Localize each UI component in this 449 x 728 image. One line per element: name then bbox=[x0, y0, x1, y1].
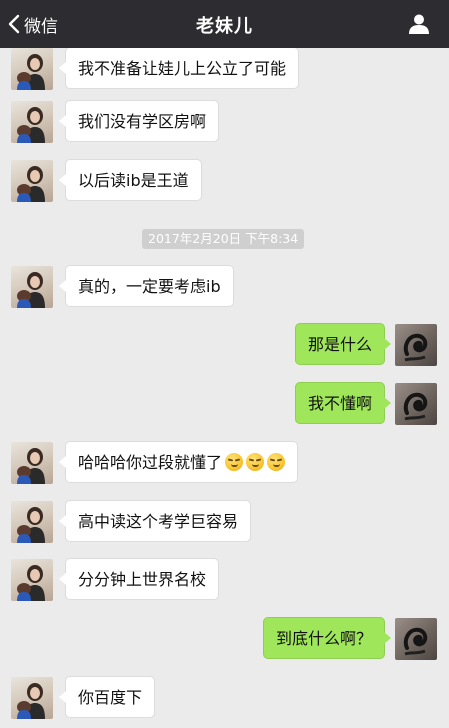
contact-avatar[interactable] bbox=[11, 266, 53, 308]
message-bubble[interactable]: 高中读这个考学巨容易 bbox=[58, 500, 252, 542]
smirk-emoji-icon bbox=[267, 453, 286, 471]
contact-avatar[interactable] bbox=[11, 101, 53, 143]
self-avatar[interactable] bbox=[395, 324, 437, 366]
message-bubble[interactable]: 我不准备让娃儿上公立了可能 bbox=[58, 48, 300, 89]
smirk-emoji-icon bbox=[246, 453, 265, 471]
contact-avatar[interactable] bbox=[11, 442, 53, 484]
smirk-emoji-icon bbox=[225, 453, 244, 471]
chat-header: 微信 老妹儿 bbox=[0, 0, 449, 48]
contact-avatar[interactable] bbox=[11, 160, 53, 202]
message-list[interactable]: 我不准备让娃儿上公立了可能 我们没有学区房啊 以后读ib是王道 2017年2月2… bbox=[0, 48, 449, 728]
message-bubble[interactable]: 分分钟上世界名校 bbox=[58, 558, 220, 600]
message-text: 哈哈哈你过段就懂了 bbox=[78, 453, 223, 472]
contact-avatar[interactable] bbox=[11, 559, 53, 601]
message-row: 哈哈哈你过段就懂了 bbox=[0, 441, 449, 485]
message-bubble[interactable]: 真的，一定要考虑ib bbox=[59, 265, 234, 307]
message-row: 真的，一定要考虑ib bbox=[0, 265, 449, 309]
message-bubble[interactable]: 我们没有学区房啊 bbox=[58, 100, 220, 142]
message-row: 高中读这个考学巨容易 bbox=[0, 500, 449, 544]
message-row: 分分钟上世界名校 bbox=[0, 558, 449, 602]
message-bubble[interactable]: 那是什么 bbox=[294, 323, 392, 365]
person-icon bbox=[407, 14, 431, 40]
message-row: 我不准备让娃儿上公立了可能 bbox=[0, 48, 449, 91]
message-row: 我们没有学区房啊 bbox=[0, 100, 449, 144]
message-row: 我不懂啊 bbox=[0, 382, 449, 426]
chat-title: 老妹儿 bbox=[196, 16, 253, 37]
message-bubble[interactable]: 以后读ib是王道 bbox=[59, 159, 202, 201]
message-row: 那是什么 bbox=[0, 323, 449, 367]
chat-info-button[interactable] bbox=[407, 12, 431, 36]
contact-avatar[interactable] bbox=[11, 48, 53, 90]
message-row: 到底什么啊？ bbox=[0, 617, 449, 661]
message-bubble[interactable]: 我不懂啊 bbox=[294, 382, 392, 424]
self-avatar[interactable] bbox=[395, 618, 437, 660]
contact-avatar[interactable] bbox=[11, 677, 53, 719]
message-bubble[interactable]: 你百度下 bbox=[58, 676, 156, 718]
timestamp-label: 2017年2月20日 下午8:34 bbox=[142, 229, 305, 249]
self-avatar[interactable] bbox=[395, 383, 437, 425]
message-row: 你百度下 bbox=[0, 676, 449, 720]
message-bubble[interactable]: 到底什么啊？ bbox=[262, 617, 392, 659]
message-bubble[interactable]: 哈哈哈你过段就懂了 bbox=[58, 441, 299, 483]
contact-avatar[interactable] bbox=[11, 501, 53, 543]
message-row: 以后读ib是王道 bbox=[0, 159, 449, 203]
